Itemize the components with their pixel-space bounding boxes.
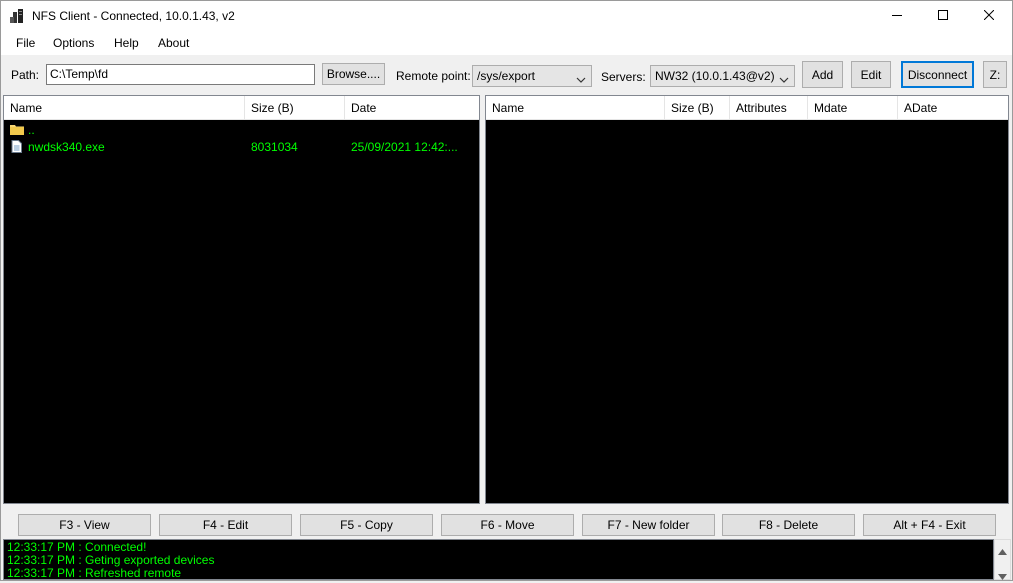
remote-column-name[interactable]: Name [486, 96, 665, 120]
file-size: 8031034 [251, 140, 298, 154]
window-title: NFS Client - Connected, 10.0.1.43, v2 [32, 9, 235, 23]
path-label: Path: [11, 68, 40, 82]
servers-value: NW32 (10.0.1.43@v2) [655, 69, 775, 83]
remote-column-adate[interactable]: ADate [898, 96, 1008, 120]
menu-about[interactable]: About [158, 36, 189, 50]
chevron-down-icon [576, 73, 586, 83]
remote-point-select[interactable]: /sys/export [472, 65, 592, 87]
remote-point-label: Remote point: [396, 69, 471, 83]
chevron-down-icon [779, 73, 789, 83]
menu-help[interactable]: Help [114, 36, 139, 50]
file-icon [11, 140, 25, 153]
close-icon [983, 9, 995, 23]
list-item-parent-folder[interactable]: .. [4, 122, 479, 139]
edit-server-button[interactable]: Edit [851, 61, 891, 88]
remote-column-attributes[interactable]: Attributes [730, 96, 808, 120]
f4-edit-button[interactable]: F4 - Edit [159, 514, 292, 536]
local-column-name[interactable]: Name [4, 96, 245, 120]
nfs-client-icon [10, 8, 26, 24]
remote-point-value: /sys/export [477, 69, 536, 83]
scroll-up-icon[interactable] [998, 544, 1007, 558]
drive-button[interactable]: Z: [983, 61, 1007, 88]
title-bar: NFS Client - Connected, 10.0.1.43, v2 [1, 1, 1012, 31]
local-file-list[interactable]: Name Size (B) Date .. nwdsk340.exe 80310… [3, 95, 480, 504]
f8-delete-button[interactable]: F8 - Delete [722, 514, 855, 536]
exit-button[interactable]: Alt + F4 - Exit [863, 514, 996, 536]
remote-list-header: Name Size (B) Attributes Mdate ADate [486, 96, 1008, 120]
nfs-client-window: NFS Client - Connected, 10.0.1.43, v2 Fi… [0, 0, 1013, 581]
servers-label: Servers: [601, 70, 646, 84]
local-column-date[interactable]: Date [345, 96, 479, 120]
maximize-button[interactable] [920, 1, 966, 31]
file-name: .. [28, 123, 35, 137]
local-list-header: Name Size (B) Date [4, 96, 479, 120]
path-input[interactable]: C:\Temp\fd [46, 64, 315, 85]
remote-file-list[interactable]: Name Size (B) Attributes Mdate ADate [485, 95, 1009, 504]
menu-options[interactable]: Options [53, 36, 94, 50]
local-column-size[interactable]: Size (B) [245, 96, 345, 120]
menu-file[interactable]: File [16, 36, 35, 50]
log-line: 12:33:17 PM : Refreshed remote [7, 566, 182, 580]
f7-new-folder-button[interactable]: F7 - New folder [582, 514, 715, 536]
servers-select[interactable]: NW32 (10.0.1.43@v2) [650, 65, 795, 87]
browse-button[interactable]: Browse.... [322, 63, 385, 85]
folder-icon [10, 123, 24, 136]
remote-column-mdate[interactable]: Mdate [808, 96, 898, 120]
remote-column-size[interactable]: Size (B) [665, 96, 730, 120]
minimize-icon [892, 9, 902, 23]
log-scrollbar[interactable] [994, 539, 1011, 580]
f3-view-button[interactable]: F3 - View [18, 514, 151, 536]
menu-bar: File Options Help About [1, 31, 1012, 55]
f6-move-button[interactable]: F6 - Move [441, 514, 574, 536]
maximize-icon [938, 9, 948, 23]
file-name: nwdsk340.exe [28, 140, 105, 154]
close-button[interactable] [966, 1, 1012, 31]
log-output: 12:33:17 PM : Connected! 12:33:17 PM : G… [3, 539, 994, 580]
minimize-button[interactable] [874, 1, 920, 31]
list-item-file[interactable]: nwdsk340.exe 8031034 25/09/2021 12:42:..… [4, 139, 479, 156]
disconnect-button[interactable]: Disconnect [901, 61, 974, 88]
add-server-button[interactable]: Add [802, 61, 843, 88]
f5-copy-button[interactable]: F5 - Copy [300, 514, 433, 536]
file-date: 25/09/2021 12:42:... [351, 140, 458, 154]
